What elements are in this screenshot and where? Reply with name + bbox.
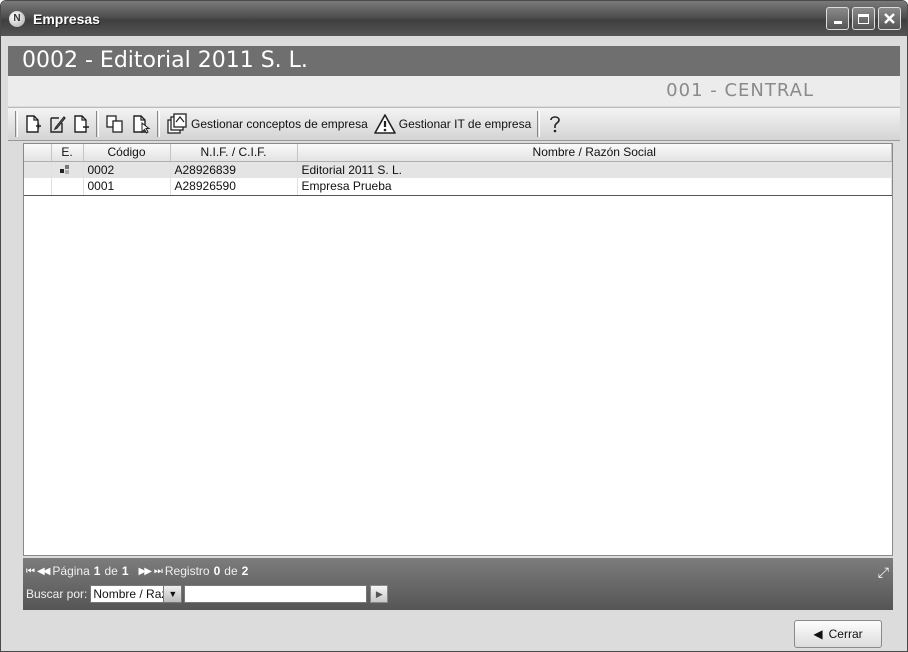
row-selector[interactable]: [24, 178, 52, 196]
grid-header-row: E. Código N.I.F. / C.I.F. Nombre / Razón…: [24, 144, 892, 162]
previous-page-icon[interactable]: ◀◀: [37, 566, 50, 577]
table-row[interactable]: 0001 A28926590 Empresa Prueba: [24, 178, 892, 196]
toolbar: Gestionar conceptos de empresa Gestionar…: [8, 107, 900, 141]
first-page-icon[interactable]: ⏮: [26, 566, 35, 577]
status-square: [64, 169, 69, 174]
search-row: Buscar por: Nombre / Razo ▼ ▶: [26, 585, 389, 603]
status-cell: [51, 161, 84, 178]
chevron-down-icon[interactable]: ▼: [163, 586, 182, 602]
manage-it-label: Gestionar IT de empresa: [398, 117, 532, 131]
record-of-label: de: [224, 564, 238, 578]
maximize-icon: [858, 13, 869, 24]
table-row[interactable]: 0002 A28926839 Editorial 2011 S. L.: [24, 161, 892, 178]
minimize-icon: [833, 21, 842, 24]
close-window-button[interactable]: [878, 7, 901, 30]
code-cell: 0001: [83, 178, 171, 196]
record-label: Registro: [164, 564, 210, 578]
toolbar-separator: [537, 111, 541, 137]
title-bar[interactable]: N Empresas: [1, 1, 907, 36]
pager-bar: ⏮ ◀◀ Página 1 de 1 ▶▶ ⏭ Registro 0 de 2 …: [23, 558, 893, 610]
help-button[interactable]: [543, 110, 567, 138]
companies-window: N Empresas 0002 - Editorial 2011 S. L. 0…: [0, 0, 908, 652]
new-button[interactable]: [21, 110, 45, 138]
column-header-name[interactable]: Nombre / Razón Social: [297, 144, 892, 162]
warning-icon: [373, 114, 396, 134]
page-label: Página: [52, 564, 90, 578]
column-header-code[interactable]: Código: [83, 144, 171, 162]
manage-concepts-label: Gestionar conceptos de empresa: [191, 117, 368, 131]
status-cell: [51, 178, 84, 196]
close-button[interactable]: ◀ Cerrar: [794, 620, 882, 648]
companies-grid: E. Código N.I.F. / C.I.F. Nombre / Razón…: [23, 143, 893, 556]
search-input[interactable]: [184, 585, 368, 603]
search-field-select[interactable]: Nombre / Razo ▼: [90, 585, 183, 603]
window-controls: [826, 7, 901, 30]
copy-button[interactable]: [102, 110, 128, 138]
current-page: 1: [93, 564, 101, 578]
total-pages: 1: [121, 564, 129, 578]
maximize-button[interactable]: [852, 7, 875, 30]
expand-icon[interactable]: ⤢: [878, 564, 889, 581]
next-page-icon[interactable]: ▶▶: [139, 566, 152, 577]
new-document-icon: [26, 115, 41, 133]
window-title: Empresas: [33, 10, 100, 27]
manage-it-button[interactable]: Gestionar IT de empresa: [371, 110, 535, 138]
pager-navigation: ⏮ ◀◀ Página 1 de 1 ▶▶ ⏭ Registro 0 de 2: [26, 564, 248, 578]
document-pointer-icon: [133, 115, 151, 134]
toolbar-separator: [157, 111, 160, 137]
copy-icon: [106, 115, 123, 133]
search-field-value: Nombre / Razo: [93, 587, 163, 601]
current-record: 0: [213, 564, 221, 578]
page-of-label: de: [104, 564, 118, 578]
delete-button[interactable]: [69, 110, 93, 138]
toolbar-separator: [96, 111, 99, 137]
nif-cell: A28926839: [170, 161, 298, 178]
name-cell: Editorial 2011 S. L.: [297, 161, 892, 178]
stacked-documents-icon: [167, 113, 187, 134]
app-logo-icon: N: [9, 10, 25, 27]
total-records: 2: [241, 564, 249, 578]
close-button-label: Cerrar: [828, 627, 863, 641]
column-header-nif[interactable]: N.I.F. / C.I.F.: [170, 144, 298, 162]
status-square: [64, 164, 69, 169]
active-status-icon: [59, 164, 70, 174]
name-cell: Empresa Prueba: [297, 178, 892, 196]
print-button[interactable]: [128, 110, 154, 138]
nif-cell: A28926590: [170, 178, 298, 196]
search-go-button[interactable]: ▶: [370, 585, 389, 603]
center-header: 001 - CENTRAL: [8, 76, 900, 106]
manage-concepts-button[interactable]: Gestionar conceptos de empresa: [163, 110, 371, 138]
status-square: [59, 168, 64, 173]
last-page-icon[interactable]: ⏭: [154, 566, 163, 577]
column-header-status[interactable]: E.: [51, 144, 84, 162]
search-by-label: Buscar por:: [26, 587, 88, 601]
help-icon: [550, 116, 561, 133]
delete-document-icon: [74, 115, 89, 133]
minimize-button[interactable]: [826, 7, 849, 30]
row-selector[interactable]: [24, 161, 52, 178]
play-icon: ▶: [375, 588, 383, 599]
row-selector-header: [24, 144, 52, 162]
edit-button[interactable]: [45, 110, 69, 138]
code-cell: 0002: [83, 161, 171, 178]
edit-document-icon: [50, 116, 66, 133]
arrow-left-icon: ◀: [813, 627, 823, 641]
close-icon: [883, 12, 896, 25]
toolbar-separator: [15, 111, 18, 137]
company-header: 0002 - Editorial 2011 S. L.: [8, 46, 900, 76]
